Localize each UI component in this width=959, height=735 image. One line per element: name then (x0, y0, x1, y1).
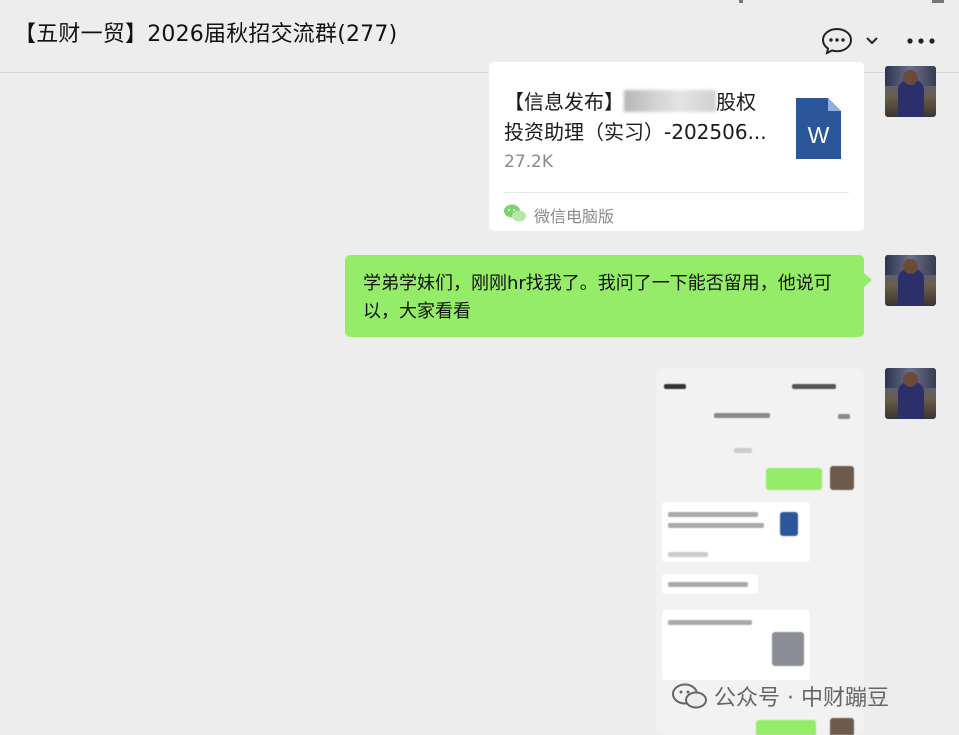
blurred-text (668, 620, 752, 625)
wechat-official-account-icon (672, 683, 707, 709)
file-source: 微信电脑版 (534, 207, 615, 226)
blurred-status-icons (792, 384, 836, 389)
blurred-status-bar (664, 384, 686, 389)
blurred-title (714, 413, 770, 418)
cropped-icon (739, 0, 743, 3)
file-title-suffix: 股权 (716, 90, 756, 114)
blurred-menu (838, 414, 850, 419)
cropped-icon (932, 0, 944, 3)
watermark-text: 公众号 · 中财蹦豆 (714, 686, 889, 711)
message-text: 学弟学妹们，刚刚hr找我了。我问了一下能否留用，他说可以，大家看看 (363, 273, 832, 322)
redacted-text (624, 90, 716, 112)
file-size: 27.2K (504, 152, 553, 172)
more-icon[interactable] (906, 36, 936, 46)
avatar[interactable] (885, 66, 936, 117)
blurred-green-bubble (756, 720, 816, 735)
blurred-thumbnail (772, 632, 804, 666)
blurred-green-bubble (766, 468, 822, 490)
chat-bubble-icon[interactable] (821, 27, 853, 55)
blurred-text (668, 512, 758, 517)
blurred-doc-icon (780, 512, 798, 536)
blurred-text (668, 582, 748, 587)
blurred-avatar (830, 466, 854, 490)
blurred-time (734, 448, 752, 453)
wechat-icon (504, 204, 526, 222)
chevron-down-icon[interactable] (865, 36, 879, 46)
blurred-text (668, 552, 708, 557)
file-message-card[interactable]: 【信息发布】 股权 投资助理（实习）-202506... 27.2K W 微信电脑… (489, 62, 864, 231)
blurred-avatar (830, 718, 854, 735)
word-document-icon: W (796, 98, 841, 159)
file-title-prefix: 【信息发布】 (504, 90, 624, 114)
bubble-tail (864, 273, 872, 287)
divider (504, 192, 849, 193)
avatar[interactable] (885, 255, 936, 306)
chat-title: 【五财一贸】2026届秋招交流群(277) (14, 22, 398, 47)
blurred-text (668, 523, 764, 528)
file-title-line2: 投资助理（实习）-202506... (504, 120, 767, 144)
word-letter: W (808, 122, 830, 148)
text-message-bubble[interactable]: 学弟学妹们，刚刚hr找我了。我问了一下能否留用，他说可以，大家看看 (345, 255, 872, 337)
watermark: 公众号 · 中财蹦豆 (672, 680, 889, 712)
file-title-line1: 【信息发布】 股权 (504, 86, 756, 115)
avatar[interactable] (885, 368, 936, 419)
